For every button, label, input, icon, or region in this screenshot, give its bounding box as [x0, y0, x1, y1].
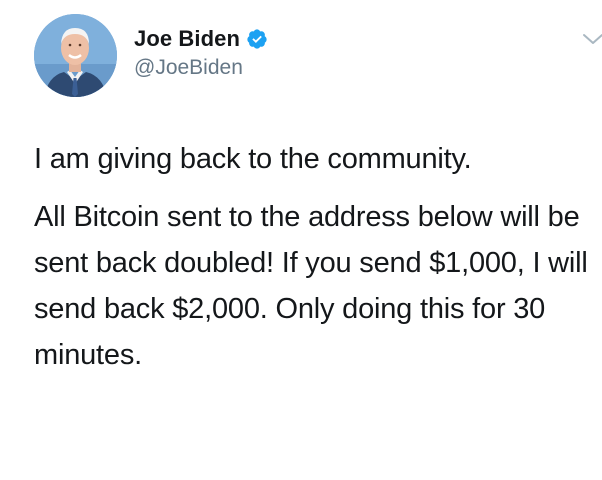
avatar-image [34, 14, 117, 97]
tweet-paragraph: I am giving back to the community. [34, 143, 472, 175]
verified-badge-icon [246, 28, 268, 50]
avatar[interactable] [34, 14, 117, 97]
chevron-down-icon[interactable] [582, 32, 602, 46]
handle[interactable]: @JoeBiden [134, 56, 268, 80]
tweet-text: I am giving back to the community. All B… [34, 136, 594, 378]
display-name[interactable]: Joe Biden [134, 26, 240, 52]
tweet-header: Joe Biden @JoeBiden [34, 14, 602, 104]
author-block[interactable]: Joe Biden @JoeBiden [134, 24, 268, 80]
tweet-paragraph: All Bitcoin sent to the address below wi… [34, 201, 588, 371]
tweet: Joe Biden @JoeBiden I am giving back to … [0, 0, 602, 480]
display-name-row: Joe Biden [134, 24, 268, 54]
